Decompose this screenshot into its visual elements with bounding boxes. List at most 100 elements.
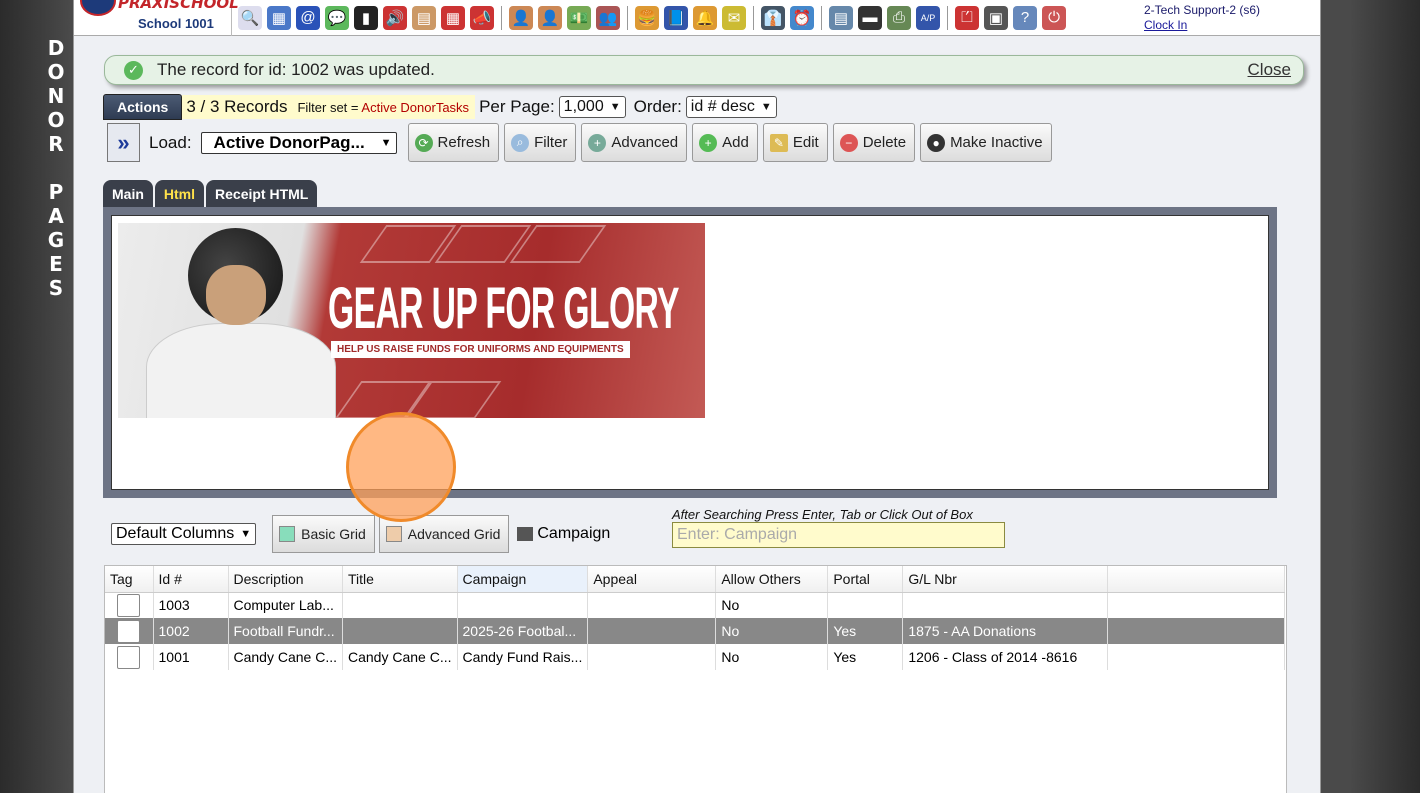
- table-cell-filler: [1107, 618, 1286, 644]
- make-inactive-button[interactable]: ● Make Inactive: [920, 123, 1052, 162]
- expand-chevrons-icon[interactable]: »: [107, 123, 140, 162]
- lunch-icon[interactable]: 🍔: [635, 5, 659, 30]
- filter-status: Filter set = Active DonorTasks: [297, 100, 469, 115]
- html-content-area[interactable]: GEAR UP FOR GLORY HELP US RAISE FUNDS FO…: [111, 215, 1269, 490]
- chevron-down-icon: ▼: [240, 528, 252, 540]
- report-icon[interactable]: ▤: [829, 5, 853, 30]
- player-jersey: [146, 323, 336, 418]
- column-header-tag[interactable]: Tag: [105, 566, 154, 593]
- advanced-search-icon: +: [588, 133, 607, 152]
- card-icon[interactable]: ▬: [858, 5, 882, 30]
- person-icon[interactable]: 👤: [538, 5, 562, 30]
- help-icon[interactable]: ?: [1013, 5, 1037, 30]
- table-cell: [902, 592, 1109, 618]
- calendar-grid-icon[interactable]: ▦: [267, 5, 291, 30]
- megaphone-icon[interactable]: 📣: [470, 5, 494, 30]
- add-button[interactable]: + Add: [692, 123, 758, 162]
- table-cell: [587, 592, 717, 618]
- tag-checkbox[interactable]: [117, 645, 141, 669]
- power-icon[interactable]: ⏻: [1042, 5, 1066, 30]
- form-icon[interactable]: ▤: [412, 5, 436, 30]
- phone-icon[interactable]: ▮: [354, 5, 378, 30]
- load-select[interactable]: Active DonorPag... ▼: [200, 131, 397, 154]
- chevron-down-icon: ▼: [760, 101, 772, 113]
- calendar-icon[interactable]: ▦: [441, 5, 465, 30]
- school-name: School 1001: [138, 15, 214, 31]
- speaker-icon[interactable]: 🔊: [383, 5, 407, 30]
- column-header-campaign[interactable]: Campaign: [457, 566, 589, 593]
- family-icon[interactable]: 👥: [596, 5, 620, 30]
- actions-tab[interactable]: Actions: [103, 94, 183, 120]
- staff-icon[interactable]: 👔: [761, 5, 785, 30]
- column-header-allow-others[interactable]: Allow Others: [715, 566, 829, 593]
- clock-icon[interactable]: ⏰: [790, 5, 814, 30]
- search-hint: After Searching Press Enter, Tab or Clic…: [672, 507, 973, 522]
- stop-icon: ●: [927, 133, 946, 152]
- table-cell: [587, 618, 717, 644]
- columns-select[interactable]: Default Columns ▼: [111, 523, 257, 545]
- records-text: 3 / 3 Records: [186, 97, 288, 116]
- ap-icon[interactable]: A/P: [916, 5, 940, 30]
- click-indicator: [346, 412, 456, 522]
- table-cell: [457, 592, 589, 618]
- magnifier-icon: ⌕: [511, 133, 530, 152]
- grid-controls: Default Columns ▼ Basic Grid Advanced Gri…: [111, 507, 1005, 554]
- app-window: PRAXISCHOOL School 1001 🔍 ▦ @ 💬 ▮ 🔊 ▤ ▦ 📣 👤 👤 💵 👥 🍔 📘 🔔…: [73, 0, 1321, 793]
- column-header-appeal[interactable]: Appeal: [587, 566, 717, 593]
- bell-icon[interactable]: 🔔: [693, 5, 717, 30]
- search-icon[interactable]: 🔍: [238, 5, 262, 30]
- table-header-row: Tag Id # Description Title Campaign Appeal All…: [105, 566, 1286, 593]
- table-row[interactable]: 1002 Football Fundr... 2025-26 Footbal... N…: [105, 618, 1286, 644]
- campaign-label-text: Campaign: [537, 525, 611, 542]
- load-label: Load:: [149, 132, 192, 152]
- column-header-id[interactable]: Id #: [153, 566, 229, 593]
- filter-button[interactable]: ⌕ Filter: [504, 123, 577, 162]
- advanced-button[interactable]: + Advanced: [581, 123, 688, 162]
- table-row[interactable]: 1001 Candy Cane C... Candy Cane C... Candy …: [105, 644, 1286, 670]
- per-page-label: Per Page:: [479, 97, 555, 116]
- school-logo[interactable]: PRAXISCHOOL School 1001: [74, 0, 239, 36]
- tag-cell[interactable]: [105, 592, 154, 618]
- basic-grid-button[interactable]: Basic Grid: [272, 515, 375, 553]
- book-icon[interactable]: 📘: [664, 5, 688, 30]
- campaign-search-input[interactable]: Enter: Campaign: [672, 522, 1005, 548]
- column-header-title[interactable]: Title: [342, 566, 458, 593]
- delete-button[interactable]: − Delete: [832, 123, 916, 162]
- close-notice-link[interactable]: Close: [1248, 60, 1291, 80]
- table-row[interactable]: 1003 Computer Lab... No: [105, 592, 1286, 618]
- pdf-icon[interactable]: ⏍: [955, 5, 979, 30]
- filter-prefix: Filter set =: [297, 99, 362, 115]
- tab-main[interactable]: Main: [103, 180, 153, 207]
- tab-receipt-html[interactable]: Receipt HTML: [206, 180, 318, 207]
- basic-grid-label: Basic Grid: [301, 526, 366, 542]
- toolbar-separator: [821, 5, 822, 30]
- order-label: Order:: [633, 97, 682, 116]
- column-header-description[interactable]: Description: [228, 566, 343, 593]
- column-header-g-l-nbr[interactable]: G/L Nbr: [902, 566, 1109, 593]
- delete-label: Delete: [862, 134, 907, 151]
- tag-cell[interactable]: [105, 644, 154, 670]
- printer-icon[interactable]: ⎙: [887, 5, 911, 30]
- tag-checkbox[interactable]: [117, 593, 141, 617]
- note-icon[interactable]: ✉: [722, 5, 746, 30]
- cash-register-icon[interactable]: ▣: [984, 5, 1008, 30]
- column-header-filler: [1107, 566, 1286, 593]
- tag-cell[interactable]: [105, 618, 154, 644]
- table-cell: Yes: [827, 644, 904, 670]
- side-title-letter: G: [47, 228, 65, 252]
- tag-checkbox[interactable]: [117, 619, 141, 643]
- clock-in-link[interactable]: Clock In: [1144, 18, 1260, 33]
- player-face: [206, 265, 266, 325]
- at-email-icon[interactable]: @: [296, 5, 320, 30]
- tab-html[interactable]: Html: [154, 180, 205, 207]
- refresh-button[interactable]: ⟳ Refresh: [407, 123, 500, 162]
- edit-button[interactable]: ✎ Edit: [762, 123, 828, 162]
- column-header-portal[interactable]: Portal: [827, 566, 904, 593]
- add-person-icon[interactable]: 👤: [509, 5, 533, 30]
- money-icon[interactable]: 💵: [567, 5, 591, 30]
- table-cell: [342, 618, 458, 644]
- logo-brand: PRAXISCHOOL: [118, 0, 239, 12]
- per-page-select[interactable]: 1,000 ▼: [558, 96, 626, 118]
- chat-icon[interactable]: 💬: [325, 5, 349, 30]
- order-select[interactable]: id # desc ▼: [685, 96, 777, 118]
